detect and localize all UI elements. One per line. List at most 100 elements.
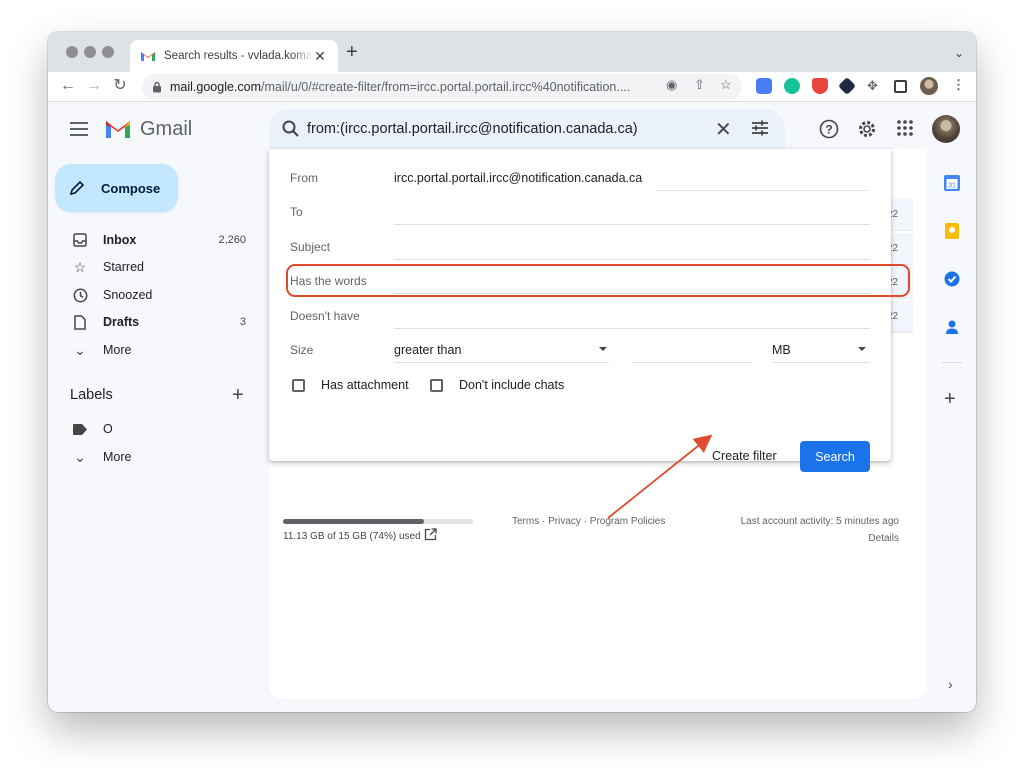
back-icon[interactable]: ← (58, 77, 78, 95)
create-filter-dialog: From ircc.portal.portail.ircc@notificati… (269, 149, 910, 472)
sidebar-item-label: O (103, 422, 113, 436)
lock-icon (153, 81, 161, 93)
svg-text:31: 31 (948, 183, 956, 190)
sidebar-labels-more[interactable]: ⌄ More (48, 443, 258, 471)
chevron-down-icon: ⌄ (74, 448, 86, 465)
create-filter-button[interactable]: Create filter (712, 449, 777, 463)
chevron-down-icon: ⌄ (74, 341, 86, 358)
search-icon[interactable] (281, 119, 301, 139)
sidebar-item-drafts[interactable]: Drafts 3 (48, 308, 258, 336)
labels-heading: Labels (70, 387, 113, 403)
extensions-puzzle-icon[interactable]: ✥ (867, 78, 878, 94)
eye-slash-icon[interactable]: ◉ (666, 77, 677, 93)
search-options-icon[interactable] (751, 120, 769, 136)
new-tab-icon[interactable]: + (346, 42, 358, 62)
browser-menu-icon[interactable]: ⋮ (952, 77, 965, 93)
get-addons-icon[interactable]: + (944, 388, 956, 411)
sidebar-item-snoozed[interactable]: Snoozed (48, 281, 258, 309)
translate-extension-icon[interactable] (756, 78, 772, 94)
vpn-extension-icon[interactable] (837, 76, 857, 96)
size-unit-select[interactable]: MB (772, 343, 791, 357)
has-attachment-checkbox[interactable] (292, 379, 305, 392)
subject-field-row[interactable]: Subject (290, 236, 870, 260)
pencil-icon (69, 180, 85, 196)
no-chats-label[interactable]: Don't include chats (459, 378, 564, 392)
settings-gear-icon[interactable] (857, 119, 877, 139)
sidebar-item-label: Snoozed (103, 288, 153, 302)
to-field[interactable] (394, 224, 870, 225)
clock-icon (72, 287, 88, 303)
has-attachment-label[interactable]: Has attachment (321, 378, 409, 392)
sidebar-label-o[interactable]: O (48, 415, 258, 443)
dropdown-arrow-icon[interactable] (858, 347, 866, 351)
size-row: Size greater than MB (290, 339, 870, 363)
size-value-field[interactable] (632, 362, 752, 363)
calendar-icon[interactable]: 31 (943, 174, 961, 192)
from-label: From (290, 171, 318, 185)
dropdown-arrow-icon[interactable] (599, 347, 607, 351)
from-field[interactable]: ircc.portal.portail.ircc@notification.ca… (394, 171, 642, 185)
address-bar[interactable]: mail.google.com/mail/u/0/#create-filter/… (142, 74, 742, 100)
doesnt-have-field[interactable] (394, 328, 870, 329)
compose-label: Compose (101, 180, 161, 196)
no-chats-checkbox[interactable] (430, 379, 443, 392)
to-label: To (290, 205, 303, 219)
doesnt-have-field-row[interactable]: Doesn't have (290, 305, 870, 329)
sidebar-item-label: Starred (103, 260, 144, 274)
browser-toolbar: ← → ↻ mail.google.com/mail/u/0/#create-f… (48, 72, 976, 102)
sidebar-item-label: More (103, 450, 132, 464)
contacts-icon[interactable] (943, 318, 961, 336)
add-label-icon[interactable]: + (232, 384, 244, 407)
apps-grid-icon[interactable] (896, 119, 914, 137)
has-words-field-row[interactable]: Has the words (286, 264, 910, 297)
search-query[interactable]: from:(ircc.portal.portail.ircc@notificat… (307, 121, 638, 137)
compose-button[interactable]: Compose (55, 164, 178, 212)
profile-avatar-icon[interactable] (920, 77, 938, 95)
svg-text:?: ? (825, 123, 832, 137)
tab-search-chevron-icon[interactable]: ⌄ (954, 46, 964, 60)
tasks-icon[interactable] (943, 270, 961, 288)
help-icon[interactable]: ? (819, 119, 839, 139)
search-button[interactable]: Search (800, 441, 870, 472)
draft-count: 3 (239, 316, 246, 328)
grammarly-extension-icon[interactable] (784, 78, 800, 94)
browser-tab-active[interactable]: Search results - vvlada.komar@ ✕ (130, 40, 338, 72)
tab-close-icon[interactable]: ✕ (312, 48, 328, 65)
window-close-dot[interactable] (66, 46, 78, 58)
sidebar-item-label: Inbox (103, 233, 137, 247)
sidebar-item-starred[interactable]: ☆ Starred (48, 253, 258, 281)
sidebar-item-more[interactable]: ⌄ More (48, 336, 258, 364)
account-avatar[interactable] (932, 115, 960, 143)
sidebar-item-label: Drafts (103, 315, 140, 329)
label-icon (72, 421, 88, 437)
storage-fill (283, 519, 424, 524)
footer-links[interactable]: Terms · Privacy · Program Policies (512, 516, 665, 527)
to-field-row[interactable]: To (290, 201, 870, 225)
keep-icon[interactable] (943, 222, 961, 240)
from-field-row: From ircc.portal.portail.ircc@notificati… (290, 167, 870, 191)
share-icon[interactable]: ⇧ (694, 77, 705, 93)
shield-extension-icon[interactable] (812, 78, 828, 94)
sidebar-item-inbox[interactable]: Inbox 2,260 (48, 226, 258, 254)
forward-icon[interactable]: → (84, 77, 104, 95)
last-activity: Last account activity: 5 minutes ago (740, 516, 899, 527)
storage-text: 11.13 GB of 15 GB (74%) used (283, 531, 421, 542)
subject-field[interactable] (394, 259, 870, 260)
window-zoom-dot[interactable] (102, 46, 114, 58)
unread-count: 2,260 (218, 234, 246, 246)
search-bar[interactable]: from:(ircc.portal.portail.ircc@notificat… (269, 109, 785, 149)
window-minimize-dot[interactable] (84, 46, 96, 58)
main-menu-icon[interactable] (70, 122, 88, 140)
clear-search-icon[interactable]: ✕ (715, 117, 732, 142)
open-external-icon[interactable] (424, 528, 437, 541)
size-operator-select[interactable]: greater than (394, 343, 609, 357)
side-panel-icon[interactable] (894, 80, 907, 93)
annotation-highlight (286, 264, 910, 297)
reload-icon[interactable]: ↻ (110, 77, 130, 95)
size-unit-underline (772, 362, 870, 363)
star-icon: ☆ (73, 258, 87, 275)
checkbox-row: Has attachment Don't include chats (290, 374, 870, 398)
bookmark-star-icon[interactable]: ☆ (720, 77, 732, 93)
show-side-panel-icon[interactable]: › (948, 676, 953, 692)
details-link[interactable]: Details (868, 533, 899, 544)
